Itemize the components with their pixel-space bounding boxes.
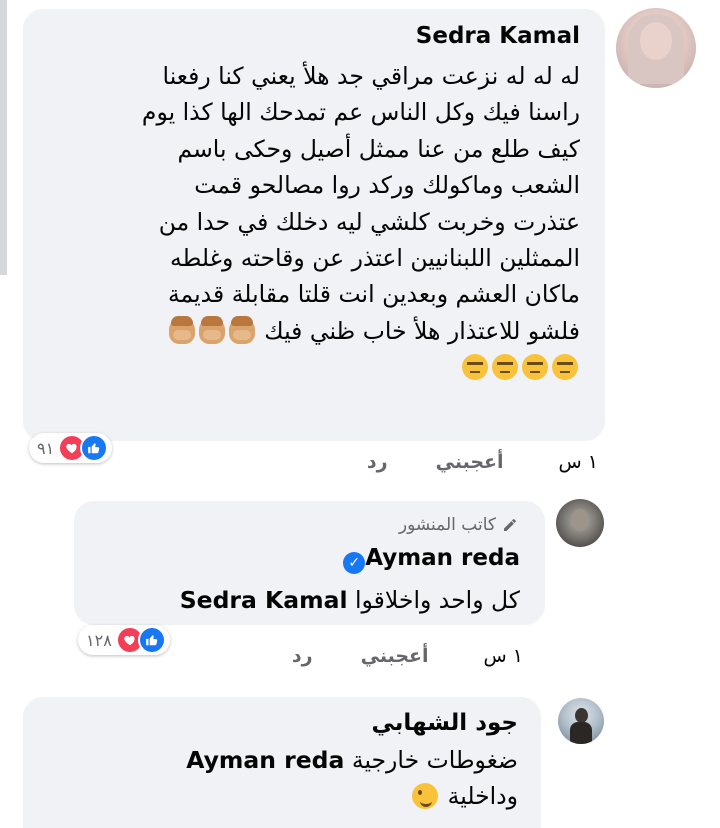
comment-text: كل واحد واخلاقوا Sedra Kamal xyxy=(180,582,520,618)
comment-text: له له له نزعت مراقي جد هلأ يعني كنا رفعن… xyxy=(142,58,580,386)
verified-badge-icon: ✓ xyxy=(343,552,366,574)
winking-face-emoji-icon xyxy=(412,783,439,810)
author-badge: كاتب المنشور xyxy=(399,515,518,535)
comment-bubble: جود الشهابي ضغوطات خارجية Ayman reda ودا… xyxy=(23,697,541,828)
reactions-summary[interactable]: ٩١ xyxy=(29,433,113,463)
avatar-face xyxy=(640,22,672,60)
mention-link[interactable]: Sedra Kamal xyxy=(180,586,348,614)
like-reaction-icon xyxy=(137,626,166,654)
avatar-face xyxy=(571,509,589,531)
comment-line: الشعب وماكولك وركد روا مصالحو قمت xyxy=(194,171,580,200)
mention-link[interactable]: Ayman reda xyxy=(186,746,344,774)
unamused-face-emoji-icon xyxy=(462,354,488,381)
comment-line: راسنا فيك وكل الناس عم تمدحك الها كذا يو… xyxy=(141,98,580,127)
comment-bubble: Sedra Kamal له له له نزعت مراقي جد هلأ ي… xyxy=(23,9,605,441)
face-palm-emoji-icon xyxy=(198,315,225,344)
like-button[interactable]: أعجبني xyxy=(436,451,504,473)
avatar[interactable] xyxy=(558,698,604,744)
comment-author[interactable]: Sedra Kamal xyxy=(416,23,580,49)
reaction-count: ١٢٨ xyxy=(86,630,112,650)
comment-line-with-mention: ضغوطات خارجية Ayman reda xyxy=(186,742,518,778)
pencil-icon xyxy=(504,519,516,531)
reply-button[interactable]: رد xyxy=(292,645,313,667)
unamused-face-emoji-icon xyxy=(552,354,578,381)
comment-line-with-emoji: وداخلية xyxy=(186,778,518,814)
comment-line: كيف طلع من عنا ممثل أصيل وحكى باسم xyxy=(177,134,580,163)
face-palm-emoji-icon xyxy=(168,315,195,344)
comment-author[interactable]: Ayman reda✓ xyxy=(340,545,520,574)
unamused-face-emoji-icon xyxy=(492,354,518,381)
reaction-count: ٩١ xyxy=(37,438,55,458)
comment-author-name: Ayman reda xyxy=(365,545,520,571)
comment-line: فلشو للاعتذار هلأ خاب ظني فيك xyxy=(264,316,580,345)
comment-actions: ١ س أعجبني رد xyxy=(367,451,598,473)
left-edge-bar xyxy=(0,0,7,275)
comment-line: كل واحد واخلاقوا xyxy=(355,586,520,614)
author-badge-label: كاتب المنشور xyxy=(398,515,496,535)
comment-actions: ١ س أعجبني رد xyxy=(292,645,523,667)
comment-time[interactable]: ١ س xyxy=(484,645,523,667)
face-palm-emoji-icon xyxy=(228,315,255,344)
reply-bubble: كاتب المنشور Ayman reda✓ كل واحد واخلاقو… xyxy=(74,501,545,625)
avatar-face xyxy=(575,708,588,723)
comment-line: له له له نزعت مراقي جد هلأ يعني كنا رفعن… xyxy=(162,62,580,90)
comment-author[interactable]: جود الشهابي xyxy=(372,710,518,736)
comment-line: الممثلين اللبنانيين اعتذر عن وقاحته وغلط… xyxy=(170,244,580,273)
comment-line: ماكان العشم وبعدين انت قلتا مقابلة قديمة xyxy=(167,280,580,309)
comment-time[interactable]: ١ س xyxy=(559,451,598,473)
comment-line: ضغوطات خارجية xyxy=(351,746,518,774)
like-reaction-icon xyxy=(80,434,109,462)
reply-button[interactable]: رد xyxy=(367,451,388,473)
comment-line: عتذرت وخربت كلشي ليه دخلك في حدا من xyxy=(158,207,580,236)
avatar[interactable] xyxy=(556,499,604,547)
emoji-line xyxy=(142,349,580,385)
comment-line-with-emoji: فلشو للاعتذار هلأ خاب ظني فيك xyxy=(142,313,580,349)
avatar-body xyxy=(570,722,592,744)
unamused-face-emoji-icon xyxy=(522,354,548,381)
reactions-summary[interactable]: ١٢٨ xyxy=(78,625,170,655)
comment-line: وداخلية xyxy=(447,782,518,811)
comment-text: ضغوطات خارجية Ayman reda وداخلية xyxy=(186,742,518,815)
like-button[interactable]: أعجبني xyxy=(361,645,429,667)
avatar[interactable] xyxy=(616,8,696,88)
